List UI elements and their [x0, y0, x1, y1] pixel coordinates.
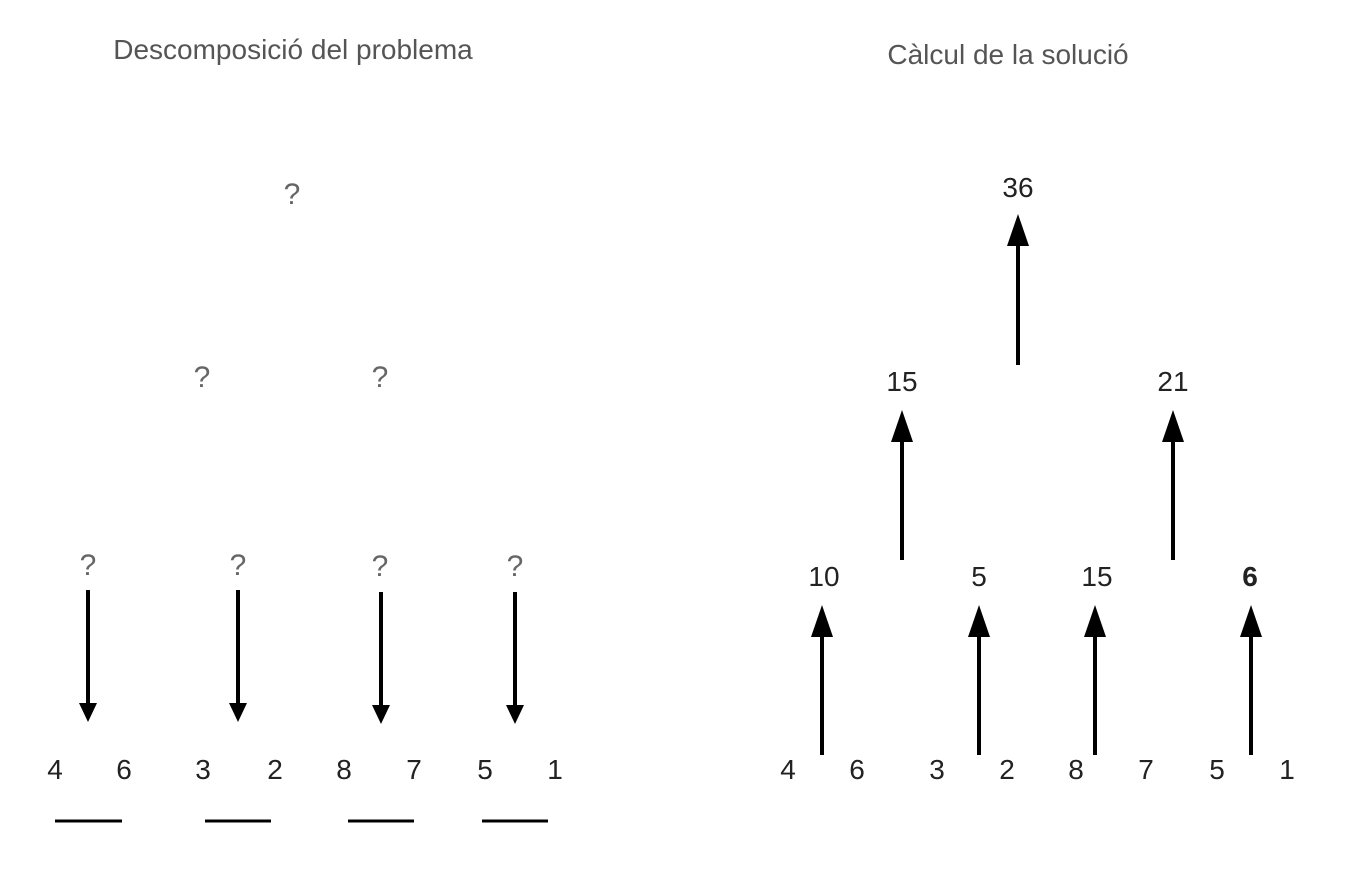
- up-arrow: [811, 605, 833, 755]
- up-arrow: [891, 410, 913, 560]
- up-arrow: [1240, 605, 1262, 755]
- down-arrow: [229, 590, 247, 722]
- up-arrow: [1162, 410, 1184, 560]
- diagram-arrows: [55, 214, 1262, 823]
- down-arrow: [79, 590, 97, 722]
- down-arrow: [506, 592, 524, 724]
- up-arrow: [1084, 605, 1106, 755]
- up-arrow: [1007, 214, 1029, 365]
- down-arrow: [372, 592, 390, 724]
- up-arrow: [968, 605, 990, 755]
